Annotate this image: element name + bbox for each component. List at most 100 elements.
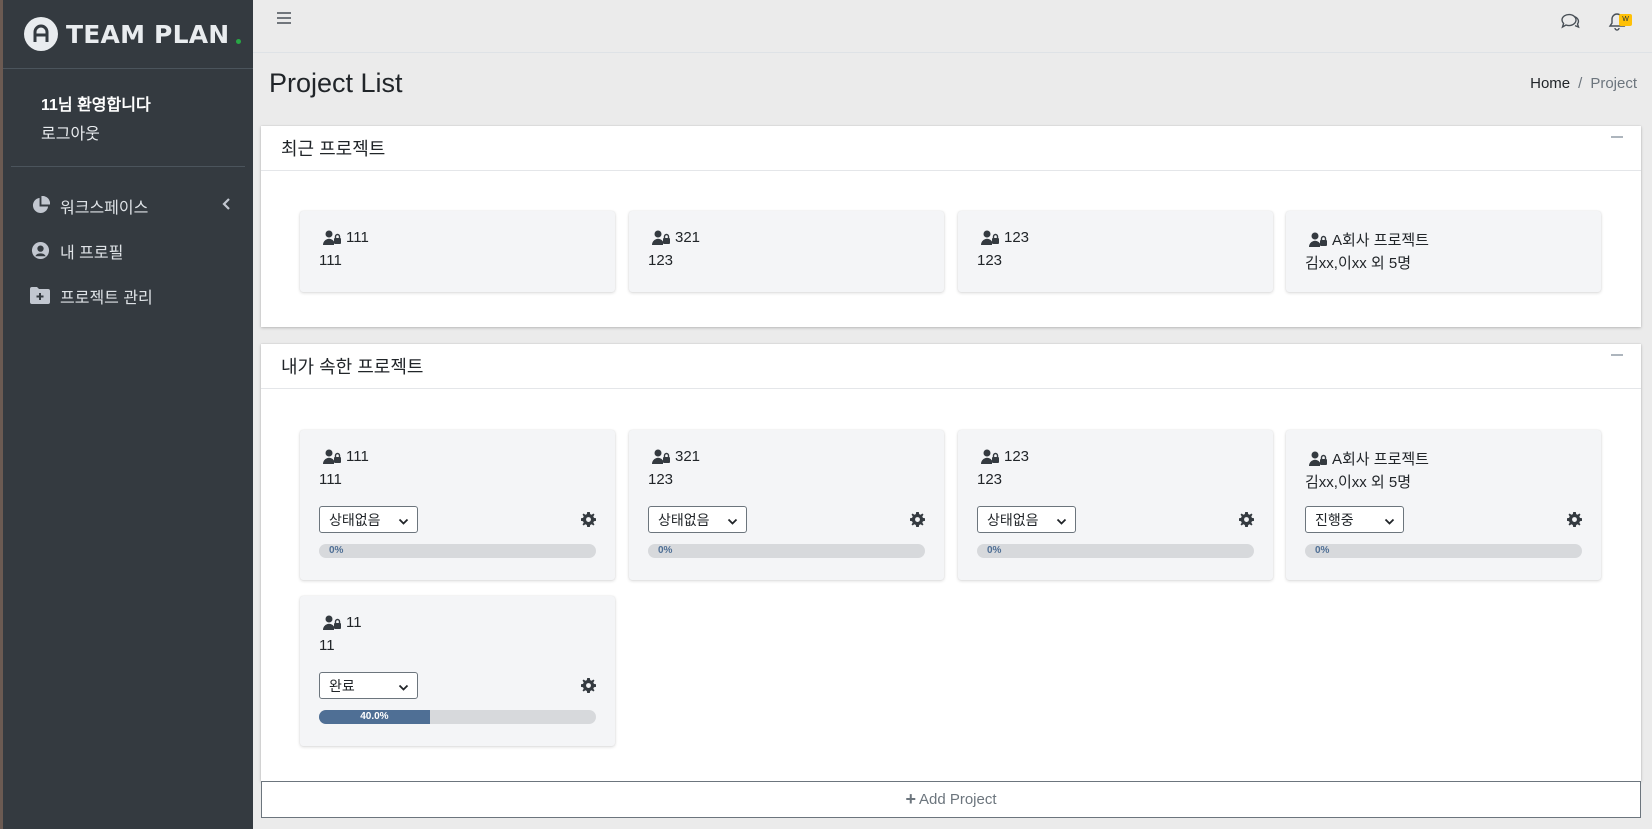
progress-bar: 0% bbox=[648, 544, 925, 558]
breadcrumb: Home / Project bbox=[1530, 75, 1637, 92]
hamburger-menu-icon[interactable] bbox=[276, 11, 292, 30]
project-title: 11 bbox=[323, 614, 362, 631]
user-circle-icon bbox=[30, 241, 50, 261]
user-lock-icon bbox=[323, 615, 341, 630]
recent-project-card[interactable]: 111 111 bbox=[300, 211, 615, 292]
project-name: 321 bbox=[675, 229, 701, 246]
status-select[interactable]: 완료 bbox=[319, 672, 418, 699]
brand-logo-icon bbox=[24, 17, 58, 51]
chevron-down-icon bbox=[398, 680, 409, 696]
status-value: 상태없음 bbox=[987, 511, 1039, 528]
sidebar-item-workspace[interactable]: 워크스페이스 bbox=[3, 183, 253, 228]
progress-bar: 40.0% bbox=[319, 710, 596, 724]
sidebar-item-label: 워크스페이스 bbox=[60, 199, 149, 217]
status-value: 완료 bbox=[329, 677, 355, 694]
status-value: 진행중 bbox=[1315, 511, 1354, 528]
recent-project-card[interactable]: 123 123 bbox=[958, 211, 1273, 292]
chevron-down-icon bbox=[1384, 514, 1395, 530]
project-name: 111 bbox=[346, 448, 369, 465]
card-header: 내가 속한 프로젝트 bbox=[261, 344, 1641, 389]
card-title: 내가 속한 프로젝트 bbox=[281, 357, 424, 377]
add-project-button[interactable]: + Add Project bbox=[261, 781, 1641, 818]
project-title: A회사 프로젝트 bbox=[1309, 448, 1429, 469]
project-title: 321 bbox=[652, 448, 700, 465]
status-select[interactable]: 상태없음 bbox=[648, 506, 747, 533]
progress-label: 40.0% bbox=[360, 711, 389, 722]
chevron-down-icon bbox=[398, 514, 409, 530]
project-title: 123 bbox=[981, 229, 1029, 246]
breadcrumb-home-link[interactable]: Home bbox=[1530, 75, 1570, 92]
notification-badge: W bbox=[1619, 14, 1632, 26]
project-card[interactable]: 321 123 상태없음 0% bbox=[629, 430, 944, 580]
sidebar-item-label: 프로젝트 관리 bbox=[60, 289, 153, 307]
project-description: 11 bbox=[319, 637, 335, 654]
project-title: 123 bbox=[981, 448, 1029, 465]
user-lock-icon bbox=[652, 449, 670, 464]
user-lock-icon bbox=[652, 230, 670, 245]
card-header: 최근 프로젝트 bbox=[261, 126, 1641, 171]
project-name: 111 bbox=[346, 229, 369, 246]
project-title: A회사 프로젝트 bbox=[1309, 229, 1429, 250]
brand-dot bbox=[236, 38, 242, 44]
gear-icon[interactable] bbox=[581, 512, 596, 532]
project-description: 111 bbox=[319, 471, 342, 488]
status-select[interactable]: 상태없음 bbox=[977, 506, 1076, 533]
user-greeting: 11님 환영합니다 bbox=[41, 97, 151, 114]
folder-plus-icon bbox=[30, 286, 50, 306]
plus-icon: + bbox=[905, 789, 916, 809]
my-projects-card: 내가 속한 프로젝트 111 111 상태없음 0% 321 123 상태없음 bbox=[261, 344, 1641, 781]
gear-icon[interactable] bbox=[1567, 512, 1582, 532]
project-name: 321 bbox=[675, 448, 701, 465]
brand[interactable]: TEAM PLAN bbox=[3, 0, 253, 69]
collapse-icon[interactable] bbox=[1611, 136, 1623, 138]
project-description: 123 bbox=[977, 252, 1003, 269]
status-select[interactable]: 진행중 bbox=[1305, 506, 1404, 533]
project-description: 123 bbox=[648, 471, 674, 488]
progress-bar: 0% bbox=[1305, 544, 1582, 558]
project-title: 111 bbox=[323, 229, 369, 246]
project-name: A회사 프로젝트 bbox=[1332, 451, 1429, 468]
progress-bar: 0% bbox=[977, 544, 1254, 558]
gear-icon[interactable] bbox=[581, 678, 596, 698]
project-description: 김xx,이xx 외 5명 bbox=[1305, 255, 1412, 272]
logout-link[interactable]: 로그아웃 bbox=[41, 120, 100, 144]
project-name: 123 bbox=[1004, 229, 1030, 246]
user-lock-icon bbox=[323, 449, 341, 464]
sidebar-item-my-profile[interactable]: 내 프로필 bbox=[3, 228, 253, 273]
sidebar-item-project-management[interactable]: 프로젝트 관리 bbox=[3, 273, 253, 318]
project-description: 123 bbox=[977, 471, 1003, 488]
user-lock-icon bbox=[981, 230, 999, 245]
user-lock-icon bbox=[323, 230, 341, 245]
sidebar: TEAM PLAN 11님 환영합니다 로그아웃 워크스페이스 내 프로필 프로… bbox=[3, 0, 253, 829]
status-select[interactable]: 상태없음 bbox=[319, 506, 418, 533]
chevron-down-icon bbox=[1056, 514, 1067, 530]
project-name: 11 bbox=[346, 614, 362, 631]
project-card[interactable]: 111 111 상태없음 0% bbox=[300, 430, 615, 580]
chat-icon[interactable] bbox=[1560, 12, 1580, 35]
pie-chart-icon bbox=[30, 196, 50, 216]
brand-name: TEAM PLAN bbox=[66, 19, 230, 49]
topbar: W bbox=[253, 0, 1652, 53]
sidebar-nav: 워크스페이스 내 프로필 프로젝트 관리 bbox=[3, 183, 253, 318]
recent-project-card[interactable]: 321 123 bbox=[629, 211, 944, 292]
project-title: 321 bbox=[652, 229, 700, 246]
project-title: 111 bbox=[323, 448, 369, 465]
recent-projects-card: 최근 프로젝트 111 111 321 123 123 123 A회사 프로젝트… bbox=[261, 126, 1641, 327]
project-card[interactable]: 11 11 완료 40.0% bbox=[300, 596, 615, 746]
collapse-icon[interactable] bbox=[1611, 354, 1623, 356]
card-title: 최근 프로젝트 bbox=[281, 139, 386, 159]
add-project-label: Add Project bbox=[918, 791, 997, 808]
project-description: 김xx,이xx 외 5명 bbox=[1305, 474, 1412, 491]
gear-icon[interactable] bbox=[910, 512, 925, 532]
user-lock-icon bbox=[1309, 232, 1327, 247]
user-lock-icon bbox=[1309, 451, 1327, 466]
project-description: 111 bbox=[319, 252, 342, 269]
project-card[interactable]: A회사 프로젝트 김xx,이xx 외 5명 진행중 0% bbox=[1286, 430, 1601, 580]
progress-label: 0% bbox=[1315, 545, 1330, 556]
gear-icon[interactable] bbox=[1239, 512, 1254, 532]
breadcrumb-current: Project bbox=[1590, 75, 1637, 92]
status-value: 상태없음 bbox=[329, 511, 381, 528]
recent-project-card[interactable]: A회사 프로젝트 김xx,이xx 외 5명 bbox=[1286, 211, 1601, 292]
project-card[interactable]: 123 123 상태없음 0% bbox=[958, 430, 1273, 580]
progress-label: 0% bbox=[329, 545, 344, 556]
